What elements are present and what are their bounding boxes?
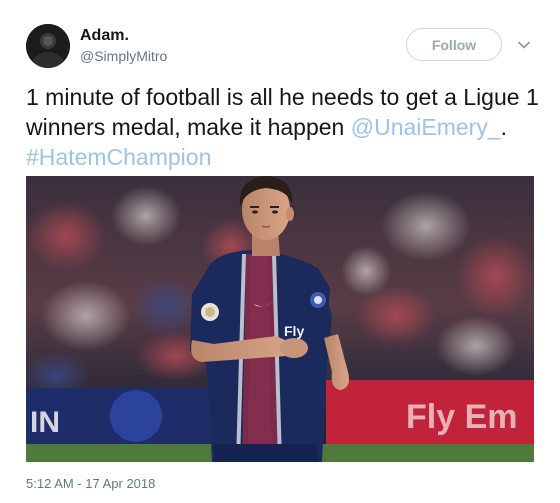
user-handle[interactable]: @SimplyMitro [80, 48, 167, 64]
football-player-photo: IN Fly Em Fly [26, 176, 534, 462]
chevron-down-icon[interactable] [517, 38, 531, 52]
hashtag-link[interactable]: #HatemChampion [26, 144, 211, 170]
board-sponsor-text: Fly Em [406, 398, 517, 436]
tweet-separator: . [500, 114, 508, 140]
mention-link[interactable]: @UnaiEmery_ [351, 114, 501, 140]
tweet-timestamp[interactable]: 5:12 AM - 17 Apr 2018 [26, 476, 155, 491]
board-left-text: IN [30, 406, 60, 439]
user-avatar[interactable] [26, 24, 70, 68]
tweet-photo[interactable]: IN Fly Em Fly [26, 176, 534, 462]
avatar-photo-icon [26, 24, 70, 68]
shirt-sponsor-text: Fly [284, 323, 304, 339]
tweet-card: Adam. @SimplyMitro Follow 1 minute of fo… [0, 0, 560, 503]
follow-button[interactable]: Follow [406, 28, 502, 61]
tweet-text: 1 minute of football is all he needs to … [26, 82, 546, 172]
display-name[interactable]: Adam. [80, 27, 129, 45]
